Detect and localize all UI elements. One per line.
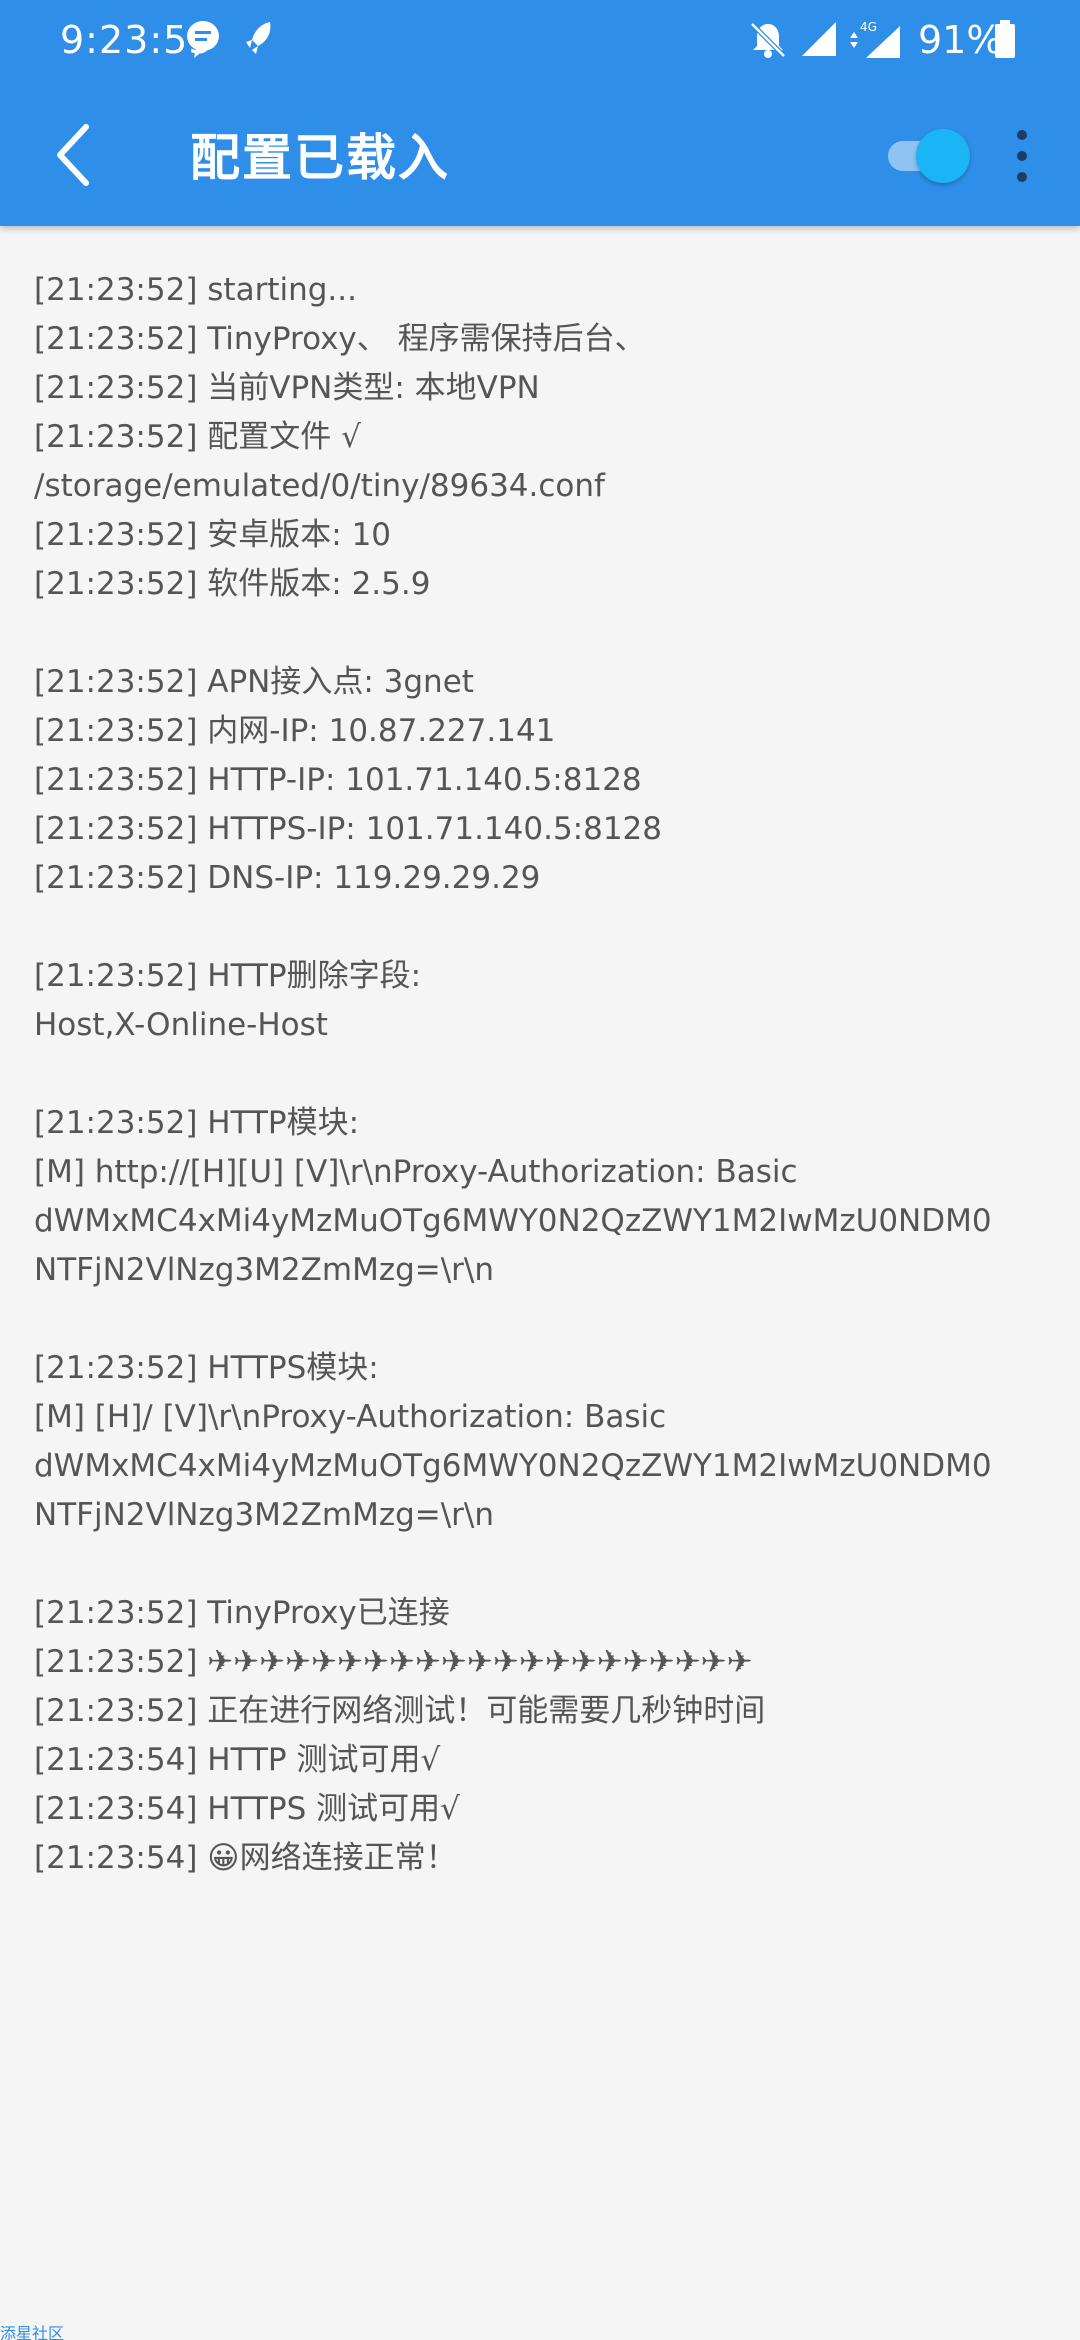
log-line: [21:23:54] HTTP 测试可用√ bbox=[34, 1742, 441, 1778]
log-line: NTFjN2VlNzg3M2ZmMzg=\r\n bbox=[34, 1252, 495, 1288]
signal-icon bbox=[800, 20, 838, 62]
4g-signal-icon: 4G bbox=[846, 20, 902, 64]
log-line: [21:23:52] 安卓版本: 10 bbox=[34, 517, 392, 553]
log-line: [M] [H]/ [V]\r\nProxy-Authorization: Bas… bbox=[34, 1399, 667, 1435]
battery-icon bbox=[994, 20, 1016, 64]
log-line: [21:23:52] 正在进行网络测试！可能需要几秒钟时间 bbox=[34, 1693, 766, 1729]
log-line: NTFjN2VlNzg3M2ZmMzg=\r\n bbox=[34, 1497, 495, 1533]
svg-text:4G: 4G bbox=[860, 20, 877, 34]
log-line: [21:23:52] HTTPS模块: bbox=[34, 1350, 379, 1386]
battery-percentage: 91% bbox=[918, 18, 1003, 62]
log-line: /storage/emulated/0/tiny/89634.conf bbox=[34, 468, 605, 504]
back-button[interactable] bbox=[42, 117, 112, 193]
log-line: Host,X-Online-Host bbox=[34, 1007, 328, 1043]
chevron-left-icon bbox=[57, 124, 89, 186]
app-bar: 9:23:55 4G 91% 配置已载入 bbox=[0, 0, 1080, 226]
toggle-thumb bbox=[916, 129, 970, 183]
log-line: [21:23:52] starting... bbox=[34, 272, 357, 308]
log-line: [21:23:52] 配置文件 √ bbox=[34, 419, 361, 455]
log-line: [21:23:52] HTTP删除字段: bbox=[34, 958, 422, 994]
more-vertical-icon bbox=[1017, 130, 1027, 140]
log-line: [21:23:52] 软件版本: 2.5.9 bbox=[34, 566, 431, 602]
log-line: [21:23:54] HTTPS 测试可用√ bbox=[34, 1791, 460, 1827]
log-line: dWMxMC4xMi4yMzMuOTg6MWY0N2QzZWY1M2IwMzU0… bbox=[34, 1203, 992, 1239]
log-output: [21:23:52] starting... [21:23:52] TinyPr… bbox=[34, 266, 1054, 1883]
log-line: [21:23:52] HTTPS-IP: 101.71.140.5:8128 bbox=[34, 811, 663, 847]
log-line: [21:23:52] HTTP模块: bbox=[34, 1105, 360, 1141]
watermark: 添星社区 bbox=[0, 2324, 65, 2340]
log-line: [21:23:52] TinyProxy、 程序需保持后台、 bbox=[34, 321, 646, 357]
toolbar: 配置已载入 bbox=[0, 80, 1080, 226]
log-line: dWMxMC4xMi4yMzMuOTg6MWY0N2QzZWY1M2IwMzU0… bbox=[34, 1448, 992, 1484]
log-line: [21:23:52] TinyProxy已连接 bbox=[34, 1595, 450, 1631]
vpn-toggle[interactable] bbox=[882, 126, 972, 186]
bell-off-icon bbox=[748, 20, 788, 64]
more-options-button[interactable] bbox=[1004, 124, 1040, 188]
more-dot bbox=[1017, 172, 1027, 182]
chat-bubble-icon bbox=[186, 20, 220, 64]
log-line: [21:23:52] ✈✈✈✈✈✈✈✈✈✈✈✈✈✈✈✈✈✈✈✈✈ bbox=[34, 1644, 753, 1680]
log-line: [M] http://[H][U] [V]\r\nProxy-Authoriza… bbox=[34, 1154, 798, 1190]
log-line: [21:23:52] 内网-IP: 10.87.227.141 bbox=[34, 713, 556, 749]
page-title: 配置已载入 bbox=[190, 129, 450, 187]
log-line: [21:23:52] HTTP-IP: 101.71.140.5:8128 bbox=[34, 762, 642, 798]
log-line: [21:23:52] 当前VPN类型: 本地VPN bbox=[34, 370, 540, 406]
log-line: [21:23:54] 😀网络连接正常！ bbox=[34, 1840, 457, 1876]
log-line: [21:23:52] DNS-IP: 119.29.29.29 bbox=[34, 860, 541, 896]
status-bar: 9:23:55 4G 91% bbox=[0, 0, 1080, 80]
more-dot bbox=[1017, 151, 1027, 161]
log-line: [21:23:52] APN接入点: 3gnet bbox=[34, 664, 474, 700]
rocket-icon bbox=[244, 20, 274, 62]
